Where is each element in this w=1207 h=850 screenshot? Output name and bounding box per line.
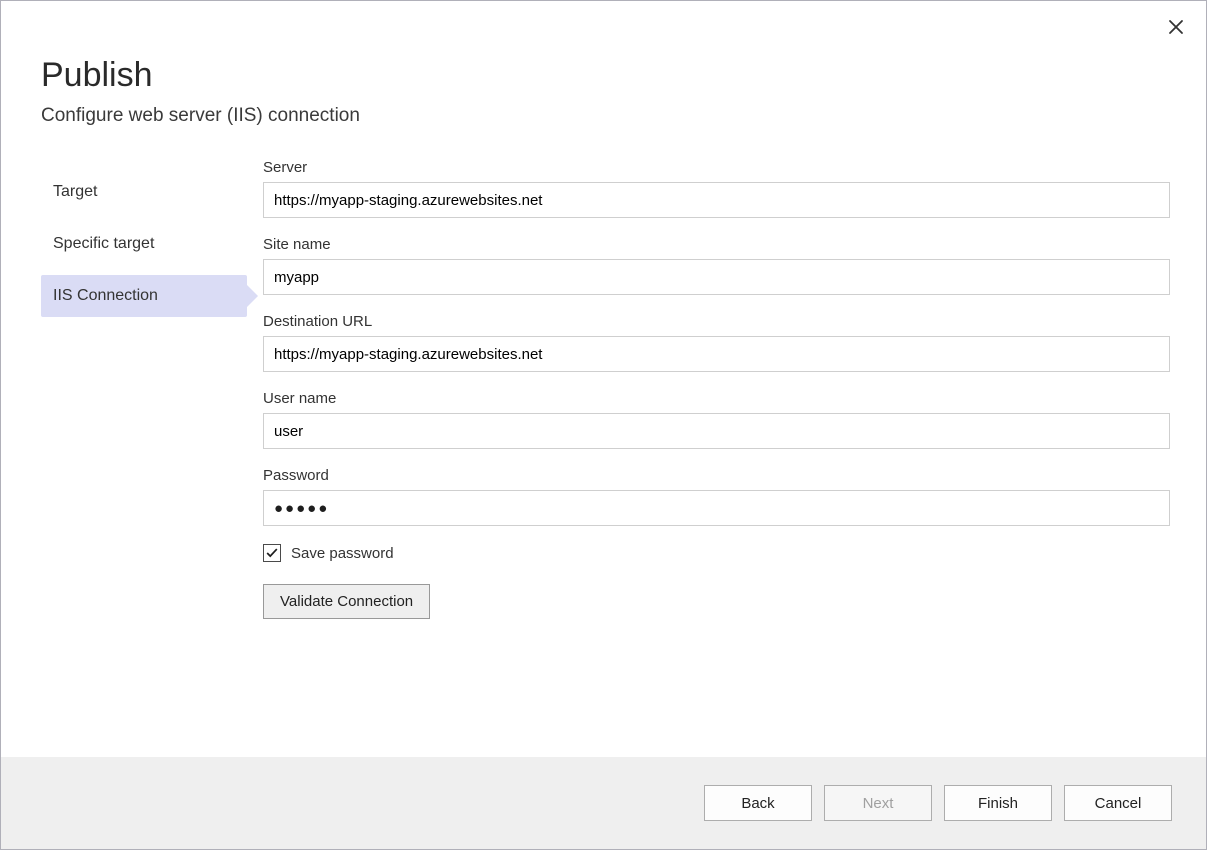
dialog-title: Publish	[41, 56, 1166, 95]
check-icon	[265, 546, 279, 560]
close-icon[interactable]	[1168, 19, 1184, 39]
desturl-group: Destination URL	[263, 313, 1170, 372]
username-label: User name	[263, 390, 1170, 407]
dialog-subtitle: Configure web server (IIS) connection	[41, 105, 1166, 127]
sidebar-item-target[interactable]: Target	[41, 171, 247, 213]
publish-dialog: Publish Configure web server (IIS) conne…	[0, 0, 1207, 850]
back-button[interactable]: Back	[704, 785, 812, 821]
password-label: Password	[263, 467, 1170, 484]
next-button[interactable]: Next	[824, 785, 932, 821]
validate-connection-button[interactable]: Validate Connection	[263, 584, 430, 619]
server-label: Server	[263, 159, 1170, 176]
server-group: Server	[263, 159, 1170, 218]
sidebar-item-label: IIS Connection	[53, 287, 158, 304]
sitename-group: Site name	[263, 236, 1170, 295]
cancel-button[interactable]: Cancel	[1064, 785, 1172, 821]
wizard-sidebar: Target Specific target IIS Connection	[1, 159, 247, 757]
dialog-content: Target Specific target IIS Connection Se…	[1, 127, 1206, 757]
desturl-input[interactable]	[263, 336, 1170, 372]
server-input[interactable]	[263, 182, 1170, 218]
dialog-footer: Back Next Finish Cancel	[1, 757, 1206, 849]
savepassword-row: Save password	[263, 544, 1170, 562]
sitename-input[interactable]	[263, 259, 1170, 295]
form-area: Server Site name Destination URL User na…	[247, 159, 1206, 757]
password-input[interactable]: ●●●●●	[263, 490, 1170, 526]
password-group: Password ●●●●●	[263, 467, 1170, 526]
savepassword-label: Save password	[291, 545, 394, 562]
username-input[interactable]	[263, 413, 1170, 449]
finish-button[interactable]: Finish	[944, 785, 1052, 821]
savepassword-checkbox[interactable]	[263, 544, 281, 562]
sidebar-item-label: Specific target	[53, 235, 154, 252]
sidebar-item-specific-target[interactable]: Specific target	[41, 223, 247, 265]
dialog-header: Publish Configure web server (IIS) conne…	[1, 1, 1206, 127]
sidebar-item-label: Target	[53, 183, 97, 200]
username-group: User name	[263, 390, 1170, 449]
desturl-label: Destination URL	[263, 313, 1170, 330]
sitename-label: Site name	[263, 236, 1170, 253]
sidebar-item-iis-connection[interactable]: IIS Connection	[41, 275, 247, 317]
